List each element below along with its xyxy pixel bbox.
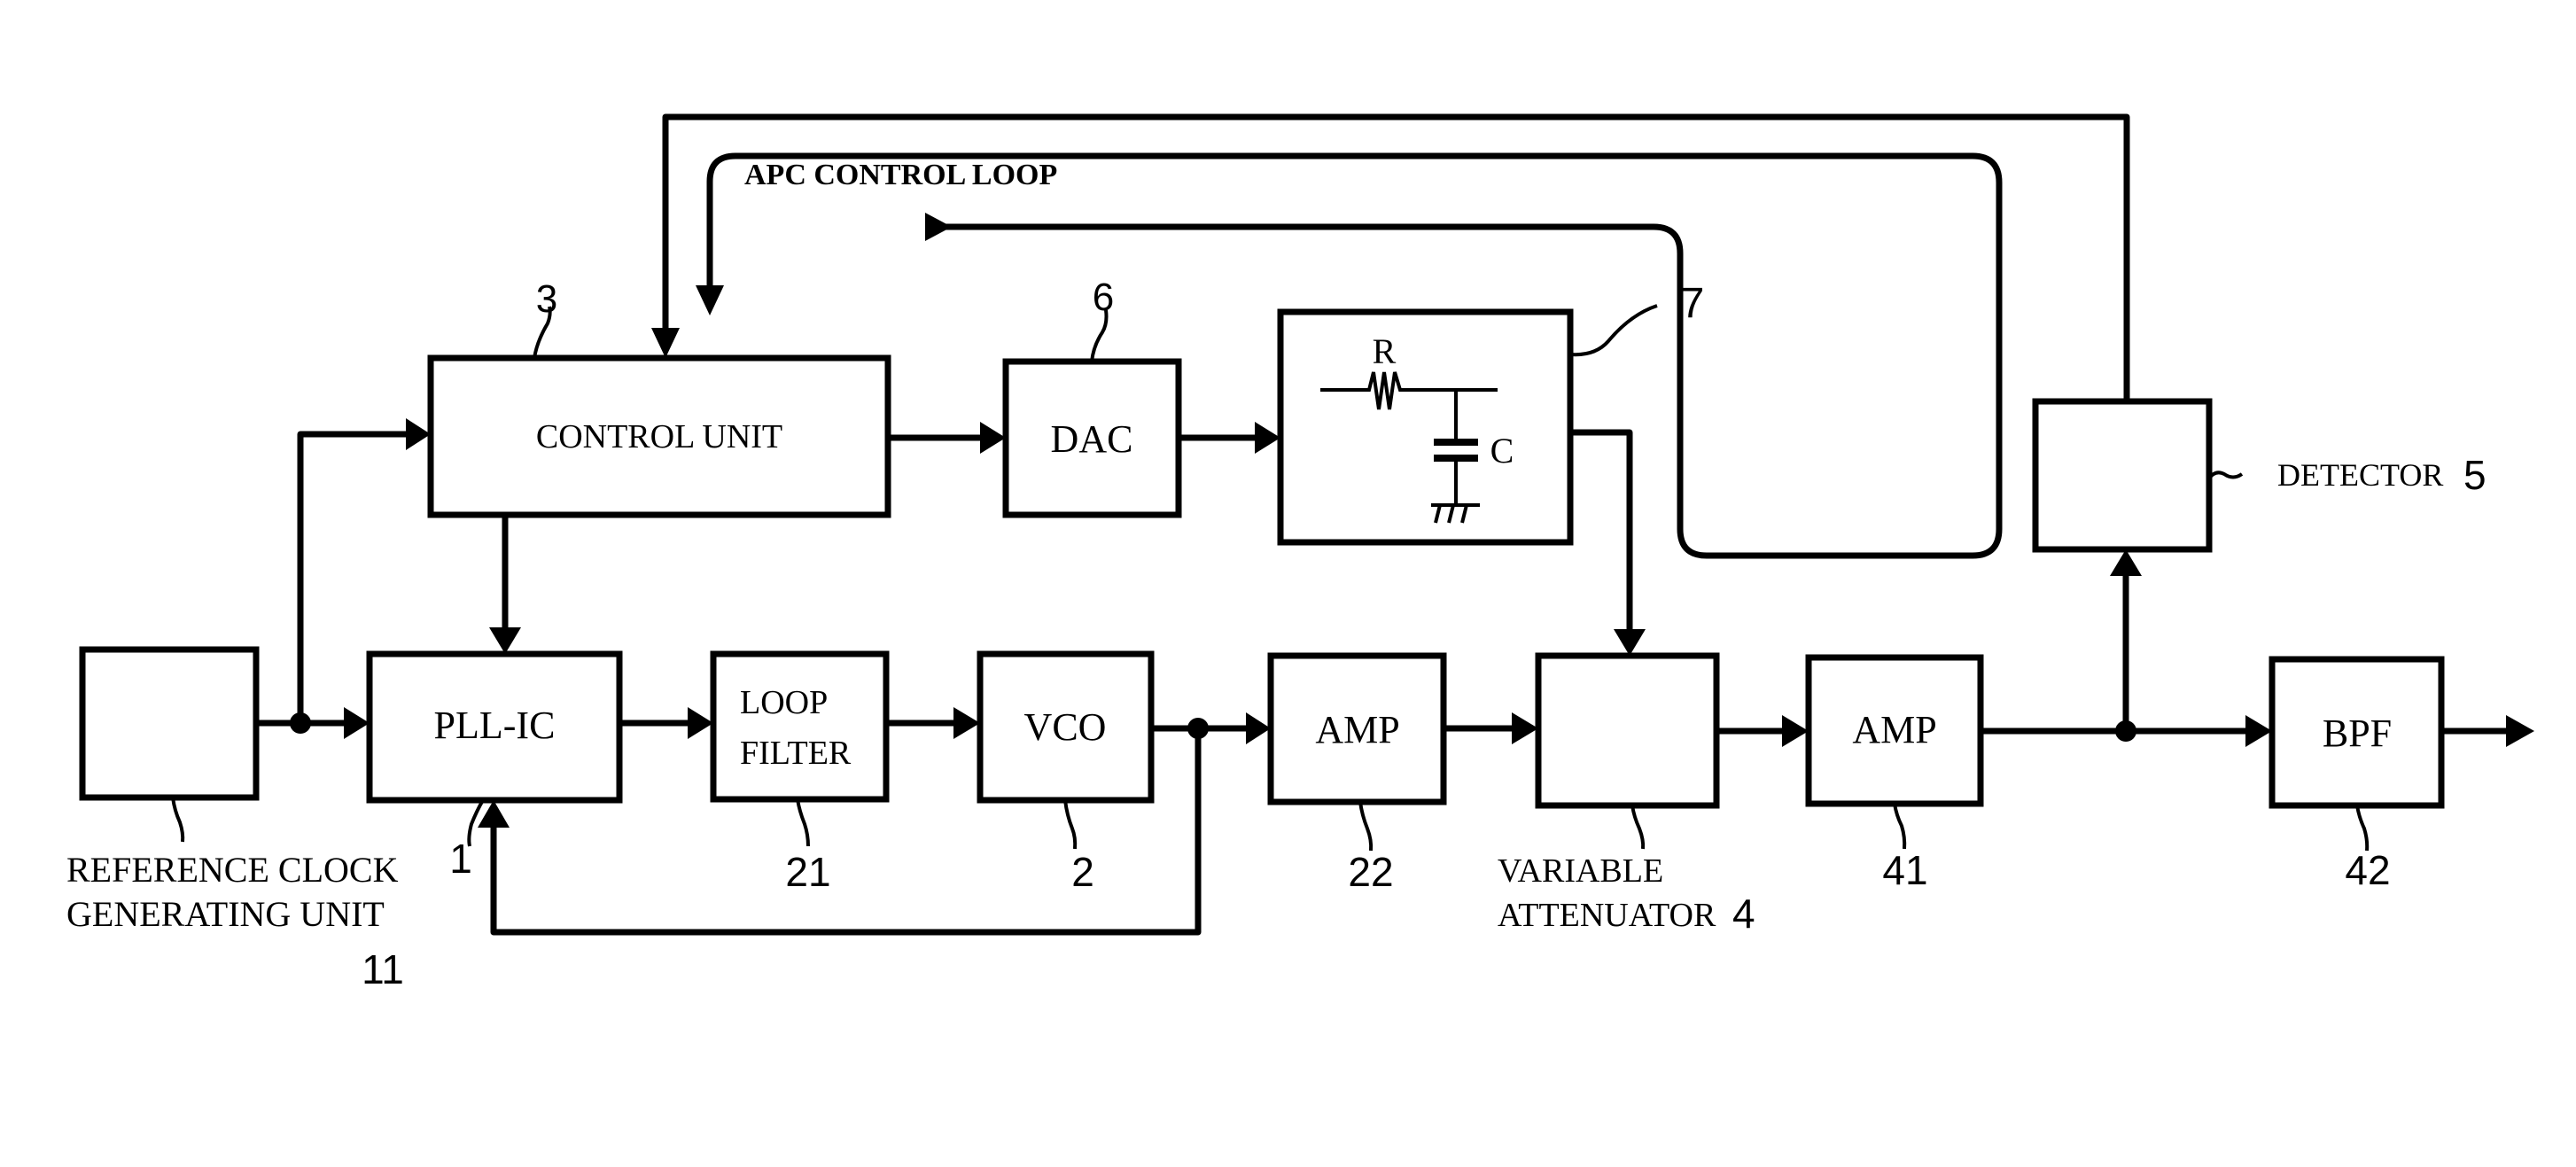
pll-to-filter-arrow (688, 707, 713, 739)
dac-to-rc-arrow (1255, 422, 1280, 454)
vco-leader (1063, 799, 1078, 850)
loop-filter-label-1: LOOP (740, 684, 828, 721)
amp-to-bpf-arrow (2245, 715, 2272, 747)
detector-tap-arrow (2110, 549, 2142, 576)
rc-filter-ref: 7 (1681, 280, 1705, 327)
vco-label: VCO (1024, 705, 1107, 749)
amp-to-attenuator-arrow (1512, 712, 1538, 744)
detector-leader (2207, 471, 2244, 480)
pll-ic-ref: 1 (449, 836, 472, 882)
reference-clock-leader (171, 797, 185, 843)
variable-attenuator-box (1535, 652, 1720, 809)
reference-clock-box (79, 646, 260, 801)
control-unit-label: CONTROL UNIT (536, 418, 782, 455)
clock-to-pll-arrow (344, 707, 370, 739)
control-unit-detector-arrow (651, 328, 680, 358)
output-arrow (2506, 715, 2534, 747)
pll-ic-label: PLL-IC (434, 704, 556, 747)
bpf-leader (2355, 805, 2370, 852)
attenuator-to-amp-arrow (1782, 715, 1809, 747)
rc-filter-box (1277, 308, 1574, 546)
amp-22-leader (1358, 801, 1374, 852)
variable-attenuator-label-1: VARIABLE (1498, 852, 1663, 890)
loop-filter-label-2: FILTER (740, 735, 852, 772)
clock-junction-dot (290, 712, 311, 734)
amp-22-ref: 22 (1348, 849, 1393, 895)
control-unit-ref: 3 (536, 277, 557, 321)
apc-loop-down-arrow (696, 285, 724, 315)
capacitor-plate-top (1434, 439, 1478, 446)
amp-41-label: AMP (1852, 708, 1936, 751)
vco-to-amp-arrow (1246, 712, 1271, 744)
detector-label: DETECTOR (2277, 457, 2443, 493)
rc-filter-leader (1569, 304, 1658, 357)
apc-loop-left-arrow (925, 213, 952, 241)
detector-box (2032, 398, 2213, 553)
capacitor-plate-bottom (1434, 455, 1478, 462)
block-diagram: APC CONTROL LOOP CONTROL UNIT 3 DAC 6 R … (66, 113, 2534, 992)
rc-to-attenuator-line (1570, 429, 1633, 631)
dac-label: DAC (1051, 417, 1133, 461)
reference-clock-label-2: GENERATING UNIT (66, 894, 385, 934)
reference-clock-label-1: REFERENCE CLOCK (66, 850, 399, 890)
variable-attenuator-leader (1630, 805, 1646, 850)
amp-41-leader (1893, 803, 1907, 850)
control-to-pll-arrow (489, 627, 521, 654)
variable-attenuator-label-2: ATTENUATOR (1498, 897, 1716, 934)
vco-ref: 2 (1071, 849, 1094, 895)
apc-loop-label: APC CONTROL LOOP (744, 159, 1057, 191)
loop-filter-box (710, 650, 890, 803)
detector-ref: 5 (2463, 452, 2487, 498)
dac-ref: 6 (1093, 276, 1114, 319)
amp-22-label: AMP (1315, 708, 1399, 751)
clock-to-control-arrow (406, 418, 431, 450)
loop-filter-leader (796, 798, 810, 847)
bpf-ref: 42 (2345, 847, 2390, 893)
amp-41-ref: 41 (1882, 847, 1927, 893)
filter-to-vco-arrow (953, 707, 980, 739)
resistor-label: R (1373, 331, 1397, 371)
capacitor-label: C (1490, 431, 1514, 471)
loop-filter-ref: 21 (785, 849, 830, 895)
reference-clock-ref: 11 (362, 946, 404, 992)
bpf-label: BPF (2323, 712, 2392, 755)
variable-attenuator-ref: 4 (1732, 891, 1755, 937)
control-to-dac-arrow (980, 422, 1006, 454)
rc-to-attenuator-arrow (1614, 629, 1646, 656)
